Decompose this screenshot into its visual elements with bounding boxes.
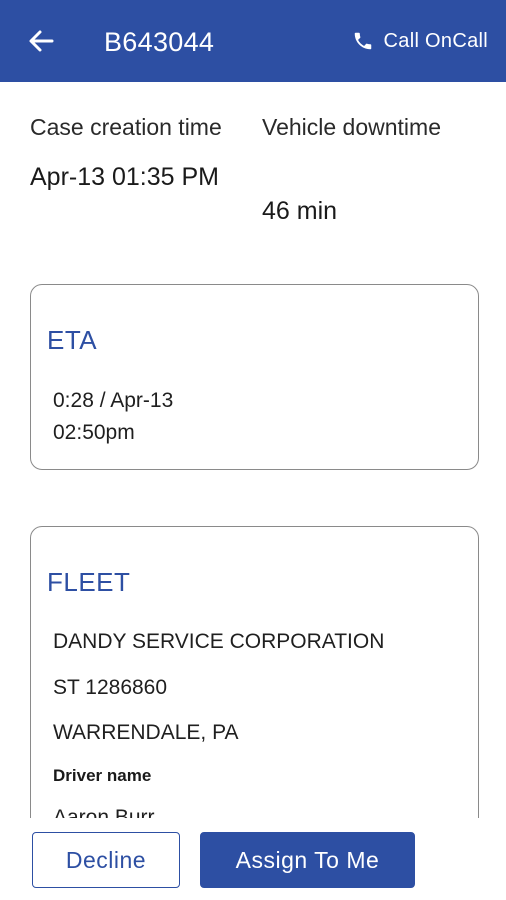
downtime-value: 46 min xyxy=(262,197,338,225)
downtime-block: Vehicle downtime 46 min xyxy=(262,110,490,225)
eta-card: ETA 0:28 / Apr-13 02:50pm xyxy=(30,284,479,470)
phone-icon xyxy=(354,32,371,50)
case-creation-value: Apr-13 01:35 PM xyxy=(30,163,219,191)
driver-name-value: Aaron Burr xyxy=(53,806,155,818)
downtime-label: Vehicle downtime xyxy=(262,114,441,140)
app-header: B643044 Call OnCall xyxy=(0,0,506,82)
action-bar: Decline Assign To Me xyxy=(0,818,506,900)
eta-title: ETA xyxy=(47,325,98,355)
back-button[interactable] xyxy=(26,24,56,58)
fleet-unit: ST 1286860 xyxy=(53,676,168,699)
eta-value: 0:28 / Apr-13 02:50pm xyxy=(53,389,174,444)
decline-button[interactable]: Decline xyxy=(32,832,180,888)
fleet-title: FLEET xyxy=(47,567,131,597)
fleet-company: DANDY SERVICE CORPORATION xyxy=(53,630,385,653)
arrow-left-icon xyxy=(29,30,54,52)
call-oncall-button[interactable]: Call OnCall xyxy=(352,26,488,56)
case-details-scroll[interactable]: Case creation time Apr-13 01:35 PM Vehic… xyxy=(0,82,506,818)
driver-name-label: Driver name xyxy=(53,766,152,785)
case-id-title: B643044 xyxy=(104,27,215,57)
assign-to-me-button[interactable]: Assign To Me xyxy=(200,832,415,888)
call-oncall-label: Call OnCall xyxy=(383,30,488,52)
fleet-location: WARRENDALE, PA xyxy=(53,721,239,744)
case-creation-label: Case creation time xyxy=(30,114,222,140)
fleet-card: FLEET DANDY SERVICE CORPORATION ST 12868… xyxy=(30,526,479,818)
case-creation-block: Case creation time Apr-13 01:35 PM xyxy=(30,110,252,194)
